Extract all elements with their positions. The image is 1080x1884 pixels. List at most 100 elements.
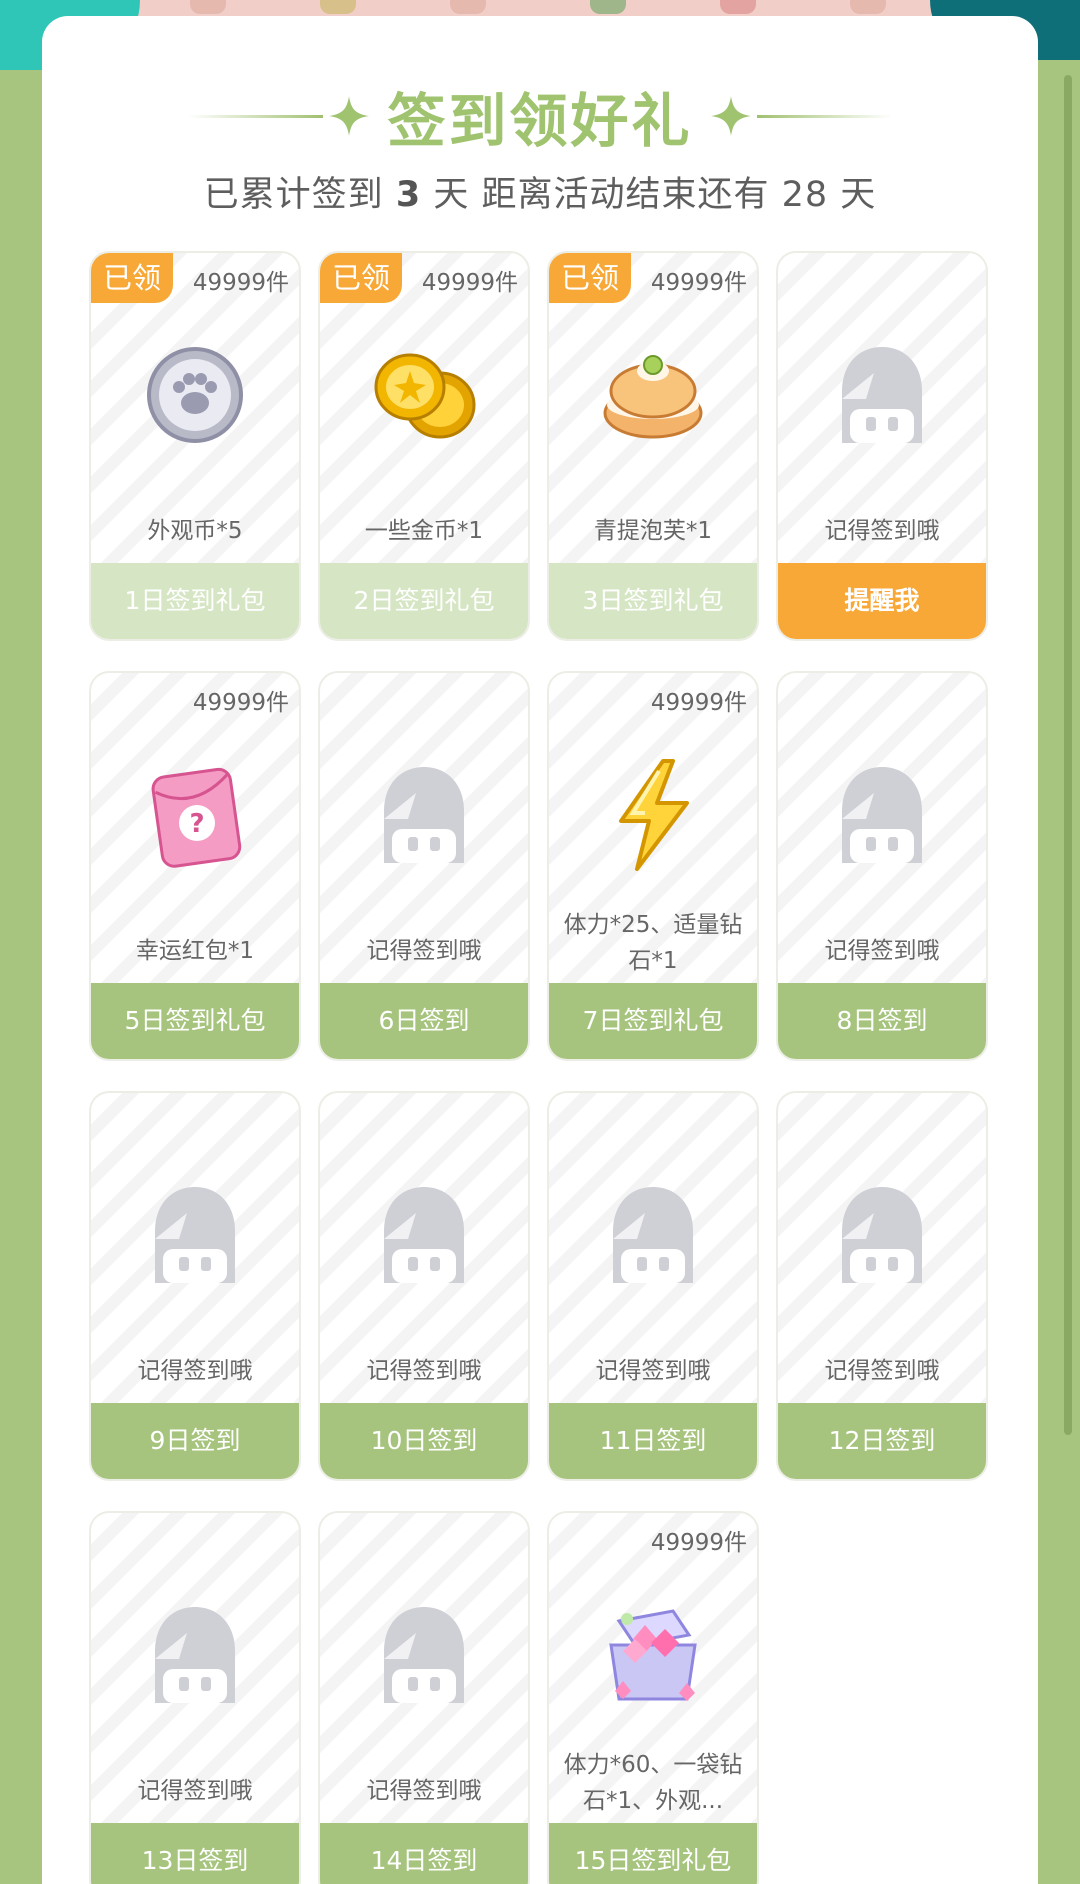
mystery-mascot-icon	[842, 767, 922, 863]
page-title: 签到领好礼	[387, 87, 693, 155]
reward-name: 外观币*5	[147, 518, 243, 544]
claimed-badge: 已领	[91, 253, 173, 303]
reward-name: 记得签到哦	[824, 938, 940, 964]
reward-card[interactable]: 已领 49999件 一些金币*1 2日签到礼包	[318, 251, 530, 641]
reward-name: 记得签到哦	[595, 1358, 711, 1384]
reward-card[interactable]: 记得签到哦 12日签到	[776, 1091, 988, 1481]
summary-suffix: 天	[840, 175, 877, 215]
remaining-days-count: 28	[781, 175, 829, 215]
reward-image	[91, 1165, 299, 1305]
reward-image	[549, 1585, 757, 1725]
checkin-summary: 已累计签到 3 天 距离活动结束还有 28 天	[42, 166, 1038, 217]
reward-card[interactable]: 49999件 ? 幸运红包*1 5日签到礼包	[89, 671, 301, 1061]
summary-mid: 天 距离活动结束还有	[433, 175, 770, 215]
mystery-mascot-icon	[384, 1607, 464, 1703]
cream-puff-icon	[603, 355, 703, 439]
lucky-envelope-icon: ?	[151, 767, 242, 868]
mystery-mascot-icon	[842, 1187, 922, 1283]
reward-name: 记得签到哦	[137, 1778, 253, 1804]
reward-card[interactable]: 记得签到哦 9日签到	[89, 1091, 301, 1481]
stock-count: 49999件	[192, 270, 289, 296]
stock-count: 49999件	[650, 1530, 747, 1556]
reward-card[interactable]: 已领 49999件 青提泡芙*1 3日签到礼包	[547, 251, 759, 641]
reward-name: 体力*60、一袋钻石*1、外观...	[563, 1752, 743, 1814]
mystery-mascot-icon	[384, 1187, 464, 1283]
claimed-badge: 已领	[549, 253, 631, 303]
decoration	[450, 0, 486, 14]
reward-card[interactable]: 记得签到哦 13日签到	[89, 1511, 301, 1884]
decoration	[190, 0, 226, 14]
signed-days-count: 3	[395, 175, 422, 215]
checkin-day-button[interactable]: 3日签到礼包	[549, 563, 757, 639]
reward-card[interactable]: 已领 49999件 外观币*5 1日签到礼包	[89, 251, 301, 641]
reward-image	[549, 325, 757, 465]
checkin-day-button[interactable]: 15日签到礼包	[549, 1823, 757, 1884]
reward-image	[320, 1585, 528, 1725]
stock-count: 49999件	[650, 690, 747, 716]
reward-name: 记得签到哦	[366, 938, 482, 964]
stock-count: 49999件	[650, 270, 747, 296]
mystery-mascot-icon	[155, 1187, 235, 1283]
reward-card[interactable]: 49999件 体力*60、一袋钻石*1、外观... 15日签到礼包	[547, 1511, 759, 1884]
reward-name: 一些金币*1	[364, 518, 484, 544]
summary-prefix: 已累计签到	[203, 175, 384, 215]
reward-image	[320, 325, 528, 465]
sparkle-icon	[710, 96, 751, 136]
reward-image	[91, 1585, 299, 1725]
checkin-day-button[interactable]: 10日签到	[320, 1403, 528, 1479]
reward-image	[549, 1165, 757, 1305]
reward-name: 记得签到哦	[824, 518, 940, 544]
checkin-day-button[interactable]: 5日签到礼包	[91, 983, 299, 1059]
checkin-panel: 签到领好礼 已累计签到 3 天 距离活动结束还有 28 天 已领 49999件 外…	[42, 16, 1038, 1884]
reward-name: 记得签到哦	[366, 1358, 482, 1384]
checkin-day-button[interactable]: 8日签到	[778, 983, 986, 1059]
checkin-day-button[interactable]: 7日签到礼包	[549, 983, 757, 1059]
reward-card[interactable]: 记得签到哦 6日签到	[318, 671, 530, 1061]
reward-card[interactable]: 记得签到哦 11日签到	[547, 1091, 759, 1481]
decoration	[720, 0, 756, 14]
reward-name: 记得签到哦	[824, 1358, 940, 1384]
checkin-day-button[interactable]: 12日签到	[778, 1403, 986, 1479]
decoration	[850, 0, 886, 14]
reward-card[interactable]: 记得签到哦 14日签到	[318, 1511, 530, 1884]
reward-image	[778, 745, 986, 885]
reward-name: 青提泡芙*1	[593, 518, 713, 544]
checkin-day-button[interactable]: 11日签到	[549, 1403, 757, 1479]
reward-image	[778, 1165, 986, 1305]
reward-card[interactable]: 记得签到哦 提醒我	[776, 251, 988, 641]
mystery-mascot-icon	[613, 1187, 693, 1283]
sparkle-icon	[329, 96, 370, 136]
reward-image	[320, 1165, 528, 1305]
checkin-day-button[interactable]: 6日签到	[320, 983, 528, 1059]
checkin-day-button[interactable]: 14日签到	[320, 1823, 528, 1884]
checkin-day-button[interactable]: 2日签到礼包	[320, 563, 528, 639]
reward-card[interactable]: 记得签到哦 8日签到	[776, 671, 988, 1061]
reward-grid: 已领 49999件 外观币*5 1日签到礼包 已领 49999件 一些金币*1 2日签到礼…	[89, 251, 1032, 1884]
checkin-day-button[interactable]: 13日签到	[91, 1823, 299, 1884]
mystery-mascot-icon	[155, 1607, 235, 1703]
diamond-chest-icon	[609, 1609, 697, 1701]
reward-card[interactable]: 49999件 体力*25、适量钻石*1 7日签到礼包	[547, 671, 759, 1061]
reward-image	[778, 325, 986, 465]
stock-count: 49999件	[192, 690, 289, 716]
checkin-day-button[interactable]: 1日签到礼包	[91, 563, 299, 639]
reward-name: 记得签到哦	[137, 1358, 253, 1384]
paw-coin-icon	[147, 347, 243, 443]
scrollbar[interactable]	[1064, 75, 1072, 1435]
reward-name: 幸运红包*1	[135, 938, 255, 964]
reward-card[interactable]: 记得签到哦 10日签到	[318, 1091, 530, 1481]
title-row: 签到领好礼	[42, 76, 1038, 156]
remind-me-button[interactable]: 提醒我	[778, 563, 986, 639]
claimed-badge: 已领	[320, 253, 402, 303]
svg-text:?: ?	[189, 809, 204, 839]
checkin-day-button[interactable]: 9日签到	[91, 1403, 299, 1479]
gold-coins-icon	[374, 353, 476, 439]
reward-name: 体力*25、适量钻石*1	[563, 912, 743, 974]
mystery-mascot-icon	[384, 767, 464, 863]
divider-line	[188, 114, 324, 118]
decoration	[590, 0, 626, 14]
reward-image	[320, 745, 528, 885]
mystery-mascot-icon	[842, 347, 922, 443]
stock-count: 49999件	[421, 270, 518, 296]
reward-image: ?	[91, 745, 299, 885]
